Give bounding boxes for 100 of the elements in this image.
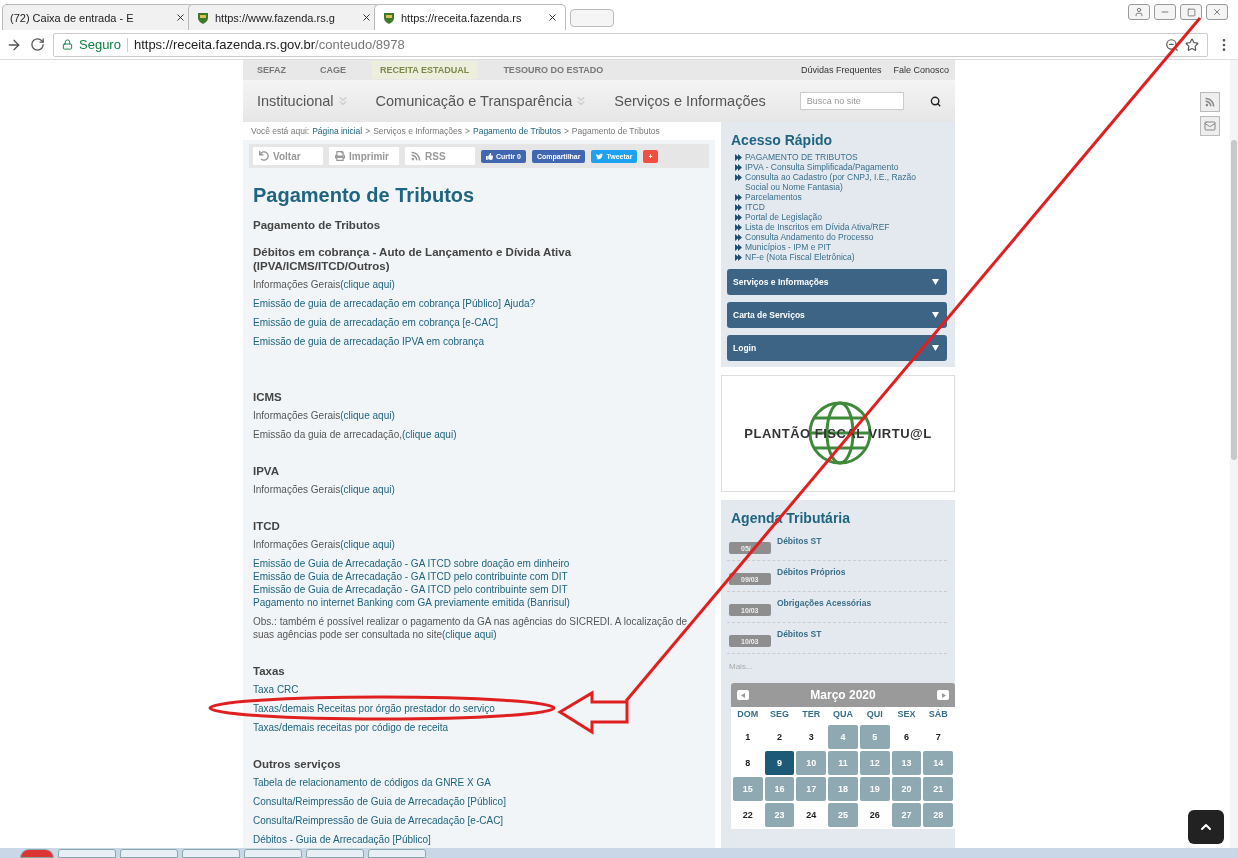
search-icon[interactable] [929, 94, 941, 108]
breadcrumb-text: Pagamento de Tributos [571, 126, 660, 136]
site-tab[interactable]: RECEITA ESTADUAL [372, 61, 478, 79]
start-button[interactable] [20, 849, 54, 858]
quick-link[interactable]: NF-e (Nota Fiscal Eletrônica) [745, 252, 855, 262]
section-heading: IPVA [253, 464, 280, 478]
utility-link[interactable]: Dúvidas Frequentes [800, 65, 882, 75]
event-link[interactable]: Débitos Próprios [777, 567, 846, 585]
content-link[interactable]: Ajuda? [503, 298, 536, 309]
calendar-day[interactable]: 24 [796, 803, 827, 827]
breadcrumb-link[interactable]: Página inicial [312, 126, 363, 136]
calendar-day[interactable]: 6 [891, 725, 922, 749]
content-link[interactable]: Consulta/Reimpressão de Guia de Arrecadação [Público] [253, 796, 506, 807]
event-link[interactable]: Débitos ST [777, 629, 822, 647]
nav-item[interactable]: Institucional [257, 93, 350, 109]
next-month-button[interactable] [937, 690, 949, 700]
quick-link[interactable]: Parcelamentos [745, 192, 802, 202]
rss-icon [411, 151, 421, 161]
quick-link[interactable]: Consulta Andamento do Processo [745, 232, 874, 242]
weekday-label: DOM [736, 709, 760, 721]
rss-icon[interactable] [1200, 92, 1220, 112]
taskbar-button[interactable] [306, 849, 364, 858]
accordion-header[interactable]: Login [727, 335, 947, 361]
content-link[interactable]: (clique aqui) [340, 484, 395, 495]
bullet-icon [735, 254, 742, 261]
calendar-day[interactable]: 7 [923, 725, 953, 749]
taskbar-button[interactable] [244, 849, 302, 858]
calendar-day[interactable]: 1 [733, 725, 763, 749]
maximize-button[interactable] [1180, 4, 1202, 20]
content-link[interactable]: Taxa CRC [253, 684, 299, 695]
content-link[interactable]: Emissão de Guia de Arrecadação - GA ITCD sobre doação em dinheiro [253, 558, 570, 569]
mail-icon[interactable] [1200, 116, 1220, 136]
quick-link[interactable]: IPVA - Consulta Simplificada/Pagamento [745, 162, 899, 172]
left-triangle-icon [740, 692, 746, 698]
calendar-day[interactable]: 26 [859, 803, 890, 827]
content-link[interactable]: Emissão de Guia de Arrecadação - GA ITCD pelo contribuinte sem DIT [253, 584, 568, 595]
caret-icon [932, 345, 939, 351]
bullet-icon [735, 224, 742, 231]
taskbar-button[interactable] [182, 849, 240, 858]
content-link[interactable]: Consulta/Reimpressão de Guia de Arrecadação [e-CAC] [253, 815, 504, 826]
taskbar-button[interactable] [58, 849, 116, 858]
breadcrumb-link[interactable]: Pagamento de Tributos [473, 126, 561, 136]
taskbar-button[interactable] [120, 849, 178, 858]
address-field[interactable]: Seguro https://receita.fazenda.rs.gov.br/conteudo/8978 [53, 32, 1208, 57]
content-link[interactable]: Emissão de guia de arrecadação IPVA em cobrança [253, 336, 485, 347]
close-button[interactable] [1206, 4, 1228, 20]
quick-link[interactable]: Municípios - IPM e PIT [745, 242, 831, 252]
undo-icon [259, 151, 269, 161]
content-link[interactable]: Emissão de guia de arrecadação em cobrança [Público] [253, 298, 501, 309]
site-tab[interactable]: CAGE [312, 61, 355, 79]
content-link[interactable]: Taxas/demais receitas por código de receita [253, 722, 449, 733]
calendar-day[interactable]: 8 [733, 751, 763, 775]
minimize-button[interactable] [1154, 4, 1176, 20]
quick-link[interactable]: ITCD [745, 202, 765, 212]
quick-link[interactable]: PAGAMENTO DE TRIBUTOS [745, 152, 858, 162]
accordion-header[interactable]: Serviços e Informações [727, 269, 947, 295]
close-icon [175, 12, 186, 23]
content-link[interactable]: Pagamento no internet Banking com GA previamente emitida (Banrisul) [253, 597, 570, 608]
content-link[interactable]: (clique aqui) [402, 429, 457, 440]
nav-item[interactable]: Serviços e Informações [614, 93, 766, 109]
content-link[interactable]: Emissão de guia de arrecadação em cobrança [e-CAC] [253, 317, 499, 328]
prev-month-button[interactable] [737, 690, 749, 700]
event-link[interactable]: Obrigações Acessórias [777, 598, 872, 616]
content-link[interactable]: (clique aqui) [340, 539, 395, 550]
url-text: https://receita.fazenda.rs.gov.br/conteudo/8978 [133, 37, 405, 52]
reload-icon[interactable] [30, 37, 45, 52]
scroll-top-button[interactable] [1188, 810, 1224, 844]
scrollbar-thumb[interactable] [1231, 140, 1237, 460]
content-link[interactable]: (clique aqui) [442, 629, 497, 640]
calendar-day[interactable]: 2 [764, 725, 795, 749]
nav-item[interactable]: Comunicação e Transparência [375, 93, 589, 109]
content-link[interactable]: Taxas/demais Receitas por órgão prestador do serviço [253, 703, 495, 714]
utility-link[interactable]: Fale Conosco [893, 65, 949, 75]
content-text: Informações Gerais(clique aqui) [253, 483, 396, 496]
browser-tab[interactable]: https://receita.fazenda.rs [374, 4, 566, 30]
calendar-day[interactable]: 9 [764, 751, 795, 775]
user-button[interactable] [1128, 4, 1150, 20]
content-link[interactable]: Débitos - Guia de Arrecadação [Público] [253, 834, 431, 845]
quick-link[interactable]: Portal de Legislação [745, 212, 823, 222]
breadcrumb-label: Você está aqui: [251, 126, 310, 136]
quick-link[interactable]: Consulta ao Cadastro (por CNPJ, I.E., Razão Social ou Nome Fantasia) [745, 172, 923, 192]
calendar-day[interactable]: 22 [733, 803, 763, 827]
quick-link[interactable]: Lista de Inscritos em Dívida Ativa/REF [745, 222, 890, 232]
calendar-day[interactable]: 3 [796, 725, 827, 749]
content-text: Informações Gerais(clique aqui) [253, 409, 396, 422]
bookmark-star-icon[interactable] [1185, 37, 1199, 52]
content-link[interactable]: (clique aqui) [340, 279, 395, 290]
accordion-header[interactable]: Carta de Serviços [727, 302, 947, 328]
content-link[interactable]: Emissão de Guia de Arrecadação - GA ITCD pelo contribuinte com DIT [253, 571, 568, 582]
zoom-icon[interactable] [1165, 37, 1179, 52]
site-tab[interactable]: SEFAZ [249, 61, 294, 79]
new-tab-button[interactable] [570, 9, 614, 27]
content-text: Emissão da guia de arrecadação,(clique aqui) [253, 428, 458, 441]
event-link[interactable]: Débitos ST [777, 536, 822, 554]
taskbar-button[interactable] [368, 849, 426, 858]
section-heading: Outros serviços [253, 757, 342, 771]
content-link[interactable]: Tabela de relacionamento de códigos da GNRE X GA [253, 777, 491, 788]
weekday-label: QUI [865, 709, 884, 721]
content-link[interactable]: (clique aqui) [340, 410, 395, 421]
site-tab[interactable]: TESOURO DO ESTADO [495, 61, 612, 79]
